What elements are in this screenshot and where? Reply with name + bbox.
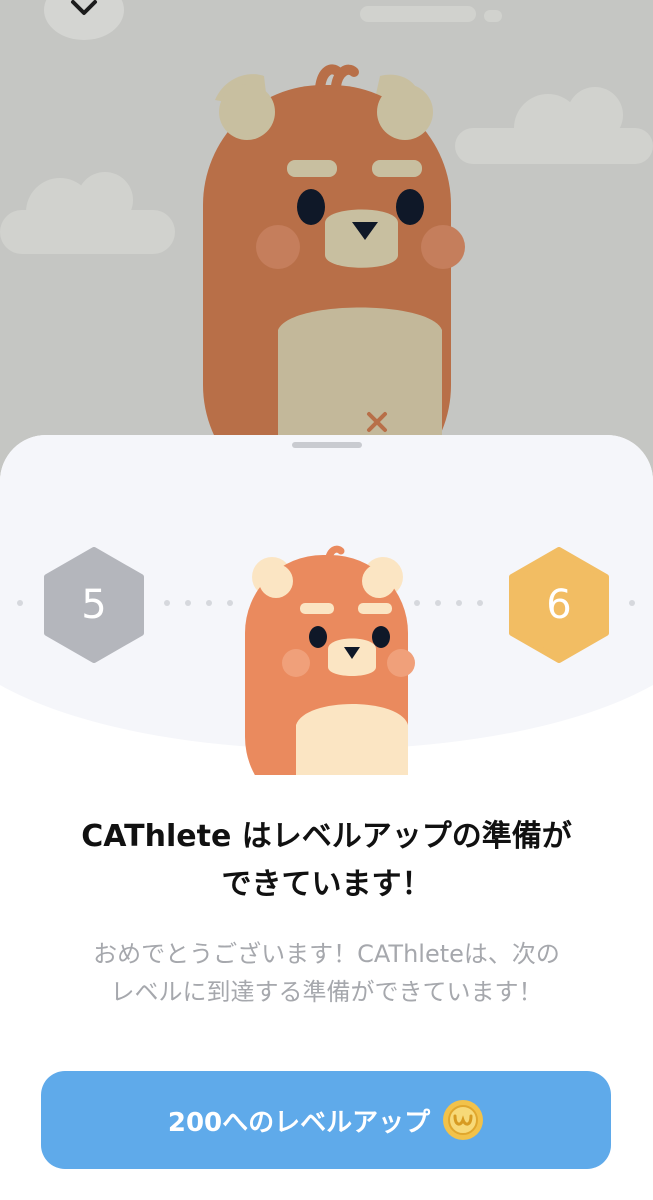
- background-scene: [0, 6, 653, 470]
- level-up-button-label: 200へのレベルアップ: [167, 1107, 431, 1138]
- dialog-title-line1: CAThlete はレベルアップの準備が: [81, 819, 572, 854]
- chevron-down-icon: [71, 0, 97, 15]
- dialog-message-line1: おめでとうございます！CAThleteは、次の: [93, 940, 560, 968]
- dialog-message: おめでとうございます！CAThleteは、次の レベルに到達する準備ができていま…: [30, 935, 623, 1011]
- current-level-number: 5: [81, 582, 107, 628]
- drag-handle[interactable]: [292, 442, 362, 448]
- dialog-title-line2: できています！: [221, 867, 432, 902]
- current-level-badge: 5: [41, 547, 147, 663]
- next-level-badge: 6: [506, 547, 612, 663]
- cloud-top: [360, 6, 502, 22]
- dialog-title: CAThlete はレベルアップの準備が できています！: [30, 813, 623, 909]
- coin-icon: [443, 1100, 484, 1140]
- cloud-right: [455, 87, 653, 164]
- level-up-sheet: 5 6 CAThlete はレベルアップの準備が できています！ おめでとうござ…: [0, 435, 653, 1200]
- dialog-message-line2: レベルに到達する準備ができています！: [110, 978, 543, 1006]
- level-up-button[interactable]: 200へのレベルアップ: [41, 1071, 611, 1169]
- bear-small: [245, 545, 415, 775]
- bear-large: [203, 64, 465, 470]
- next-level-number: 6: [546, 582, 572, 628]
- cloud-left: [0, 172, 175, 254]
